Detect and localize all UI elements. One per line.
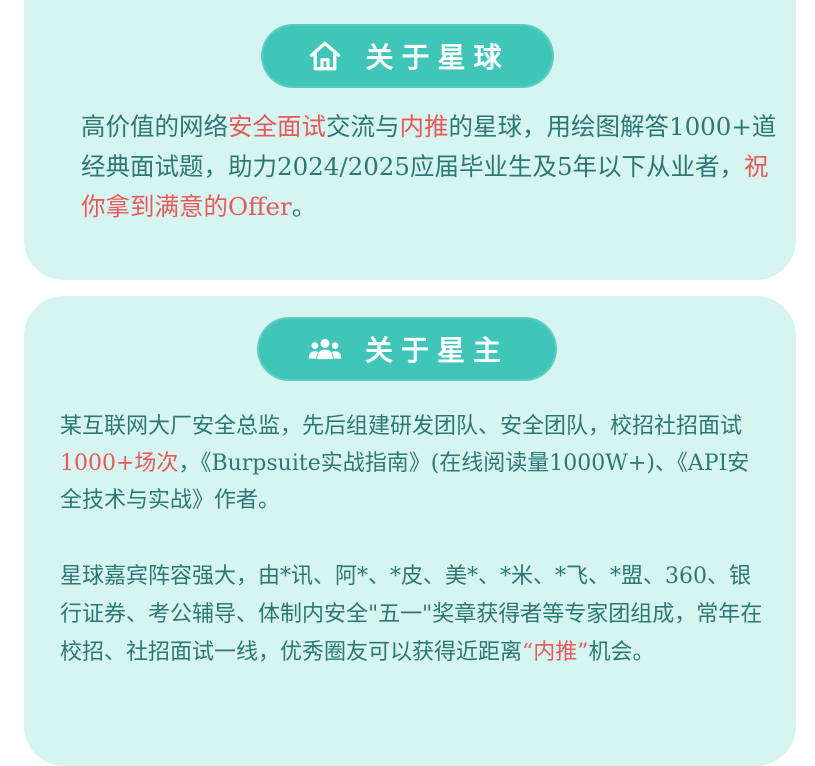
text: 交流与: [326, 112, 400, 141]
text: 星球嘉宾阵容强大，由*讯、阿*、*皮、美*、*米、*飞、*盟、360、银行证券、…: [60, 564, 763, 665]
text: 。: [291, 192, 317, 221]
about-planet-header: 关于星球: [261, 24, 554, 88]
home-icon: [305, 36, 345, 76]
section-title: 关于星球: [365, 41, 510, 74]
guests-description: 星球嘉宾阵容强大，由*讯、阿*、*皮、美*、*米、*飞、*盟、360、银行证券、…: [60, 558, 770, 672]
about-owner-header: 关于星主: [257, 317, 557, 381]
highlight-text: 1000+场次: [60, 451, 179, 476]
highlight-text: “内推”: [522, 640, 589, 665]
text: 高价值的网络: [81, 112, 228, 141]
highlight-text: 内推: [399, 112, 449, 141]
highlight-text: 安全面试: [228, 112, 326, 141]
planet-description: 高价值的网络安全面试交流与内推的星球，用绘图解答1000+道经典面试题，助力20…: [81, 107, 781, 227]
section-title: 关于星主: [364, 334, 509, 367]
owner-bio: 某互联网大厂安全总监，先后组建研发团队、安全团队，校招社招面试1000+场次，《…: [60, 408, 760, 519]
text: 某互联网大厂安全总监，先后组建研发团队、安全团队，校招社招面试: [60, 414, 743, 439]
text: 机会。: [588, 640, 655, 665]
group-icon: [305, 329, 345, 369]
